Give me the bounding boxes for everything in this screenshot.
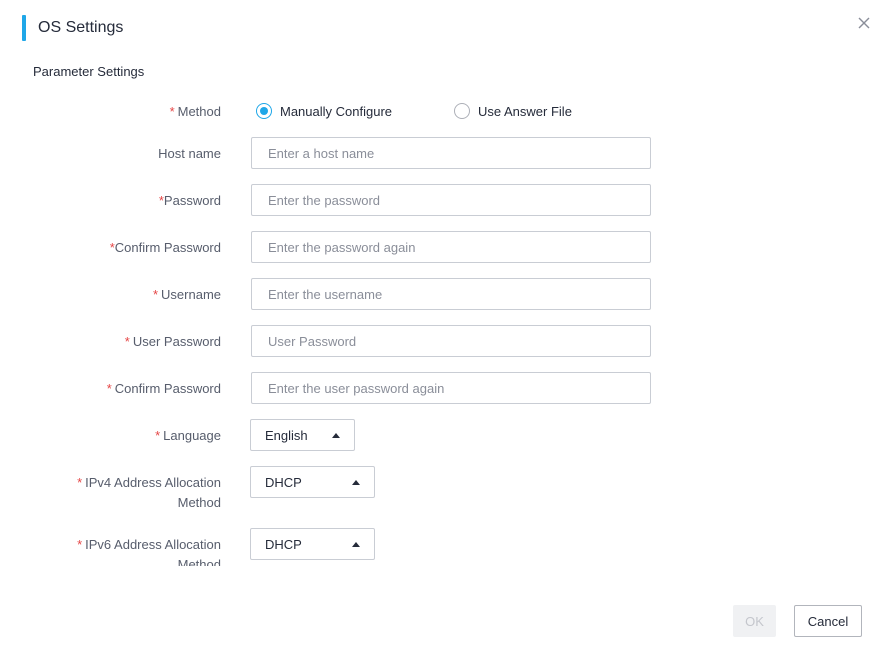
confirm-user-password-label: * Confirm Password — [106, 381, 221, 396]
caret-up-icon — [332, 432, 340, 438]
radio-use-answer-file[interactable]: Use Answer File — [454, 103, 572, 119]
cancel-button[interactable]: Cancel — [794, 605, 862, 637]
section-title: Parameter Settings — [33, 64, 145, 79]
radio-checked-icon[interactable] — [256, 103, 272, 119]
password-label: *Password — [158, 193, 221, 208]
ok-button[interactable]: OK — [733, 605, 776, 637]
ipv4-label: * IPv4 Address Allocation Method — [77, 475, 221, 510]
ipv4-method-select[interactable]: DHCP — [250, 466, 375, 498]
host-name-label: Host name — [158, 146, 221, 161]
user-password-input[interactable] — [251, 325, 651, 357]
os-settings-dialog: OS Settings Parameter Settings * Method M… — [0, 0, 879, 663]
radio-manually-configure[interactable]: Manually Configure — [256, 103, 454, 119]
dialog-title: OS Settings — [38, 19, 124, 36]
confirm-password-label: *Confirm Password — [109, 240, 221, 255]
ipv6-select-value: DHCP — [265, 536, 302, 552]
ipv6-method-select[interactable]: DHCP — [250, 528, 375, 560]
user-password-label: * User Password — [124, 334, 221, 349]
dialog-header: OS Settings — [22, 15, 123, 41]
method-label: * Method — [169, 104, 221, 119]
password-input[interactable] — [251, 184, 651, 216]
language-select[interactable]: English — [250, 419, 355, 451]
ipv6-label: * IPv6 Address Allocation Method — [77, 537, 221, 566]
username-input[interactable] — [251, 278, 651, 310]
close-icon[interactable] — [855, 14, 873, 32]
radio-label: Manually Configure — [280, 103, 393, 119]
caret-up-icon — [352, 479, 360, 485]
host-name-input[interactable] — [251, 137, 651, 169]
caret-up-icon — [352, 541, 360, 547]
required-mark: * — [169, 104, 175, 119]
ipv4-select-value: DHCP — [265, 474, 302, 490]
title-accent-bar — [22, 15, 26, 41]
method-radio-group: Manually Configure Use Answer File — [256, 103, 572, 119]
confirm-password-input[interactable] — [251, 231, 651, 263]
radio-label: Use Answer File — [478, 103, 572, 119]
parameter-form[interactable]: * Method Manually Configure Use Answer Fi… — [0, 92, 879, 566]
confirm-user-password-input[interactable] — [251, 372, 651, 404]
username-label: * Username — [152, 287, 221, 302]
language-select-value: English — [265, 427, 308, 443]
radio-unchecked-icon[interactable] — [454, 103, 470, 119]
language-label: * Language — [155, 428, 221, 443]
